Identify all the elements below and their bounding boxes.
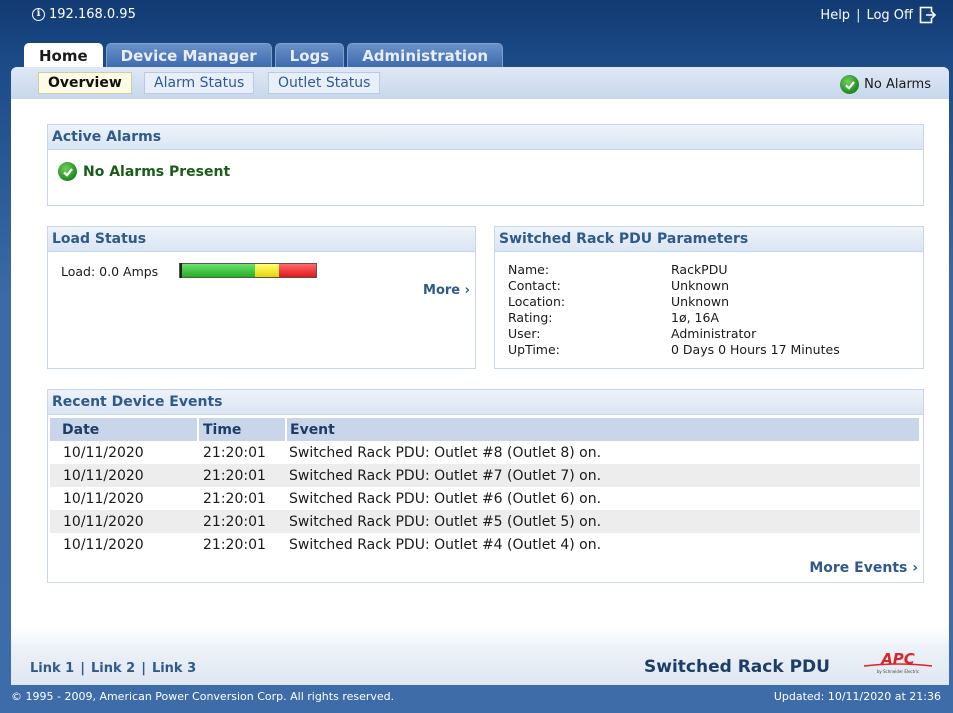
no-alarms-text: No Alarms Present: [83, 163, 231, 180]
content-panel: Overview Alarm Status Outlet Status No A…: [11, 67, 949, 685]
top-bar: i 192.168.0.95 Help | Log Off: [0, 0, 953, 32]
subtab-bar: Overview Alarm Status Outlet Status No A…: [11, 67, 949, 99]
no-alarms-message: No Alarms Present: [58, 162, 230, 181]
tab-home[interactable]: Home: [24, 43, 103, 69]
top-links: Help | Log Off: [820, 6, 937, 24]
footer-link-separator: |: [141, 661, 146, 676]
column-header-date[interactable]: Date: [50, 418, 199, 441]
param-row: Contact: Unknown: [508, 278, 730, 293]
tab-administration[interactable]: Administration: [347, 43, 504, 67]
help-link[interactable]: Help: [820, 8, 850, 23]
more-events-link[interactable]: More Events ›: [809, 560, 918, 576]
top-link-separator: |: [856, 7, 861, 23]
apc-logo: APC by Schneider Electric: [863, 650, 933, 674]
subtab-alarm-status[interactable]: Alarm Status: [144, 72, 255, 94]
load-status-box: Load Status Load: 0.0 Amps More ›: [47, 226, 476, 369]
events-table: Date Time Event 10/11/2020 21:20:01 Switch…: [50, 418, 921, 556]
table-row: 10/11/2020 21:20:01 Switched Rack PDU: Out…: [63, 444, 602, 461]
active-alarms-title: Active Alarms: [48, 125, 923, 150]
table-row: 10/11/2020 21:20:01 Switched Rack PDU: Out…: [63, 536, 602, 553]
alarm-indicator[interactable]: No Alarms: [840, 75, 931, 94]
param-row: Location: Unknown: [508, 294, 730, 309]
parameters-title: Switched Rack PDU Parameters: [495, 227, 923, 252]
footer-link-3[interactable]: Link 3: [152, 661, 196, 676]
load-label: Load: 0.0 Amps: [61, 264, 159, 279]
svg-text:APC: APC: [880, 650, 915, 668]
param-row: Rating: 1ø, 16A: [508, 310, 720, 325]
footer-link-separator: |: [80, 661, 85, 676]
load-bar: [179, 263, 317, 278]
subtab-outlet-status[interactable]: Outlet Status: [268, 72, 381, 94]
logoff-icon[interactable]: [919, 6, 937, 24]
ok-check-icon: [840, 75, 860, 94]
load-status-title: Load Status: [48, 227, 475, 252]
column-header-event[interactable]: Event: [286, 418, 921, 441]
tab-device-manager[interactable]: Device Manager: [105, 43, 272, 67]
table-row: 10/11/2020 21:20:01 Switched Rack PDU: Out…: [63, 490, 602, 507]
load-marker: [180, 263, 182, 278]
updated-timestamp: Updated: 10/11/2020 at 21:36: [773, 690, 941, 703]
events-header-row: Date Time Event: [50, 418, 921, 441]
tab-logs[interactable]: Logs: [274, 43, 345, 67]
parameters-list: Name: RackPDU Contact: Unknown Location: Un…: [508, 262, 840, 358]
product-name: Switched Rack PDU: [644, 657, 830, 677]
main-tabs: Home Device Manager Logs Administration: [24, 43, 504, 69]
param-row: Name: RackPDU: [508, 262, 728, 277]
param-row: UpTime: 0 Days 0 Hours 17 Minutes: [508, 342, 840, 357]
column-header-time[interactable]: Time: [198, 418, 287, 441]
logoff-link[interactable]: Log Off: [866, 8, 913, 23]
copyright: © 1995 - 2009, American Power Conversion…: [11, 690, 395, 703]
subtab-overview[interactable]: Overview: [38, 72, 132, 94]
ip-address: 192.168.0.95: [49, 7, 136, 22]
footer-link-1[interactable]: Link 1: [30, 661, 74, 676]
ok-check-icon: [58, 162, 77, 181]
load-more-link[interactable]: More ›: [423, 283, 470, 298]
info-icon[interactable]: i: [32, 8, 45, 21]
parameters-box: Switched Rack PDU Parameters Name: RackPD…: [494, 226, 924, 369]
bottom-bar: © 1995 - 2009, American Power Conversion…: [0, 685, 953, 713]
device-address: i 192.168.0.95: [32, 7, 136, 22]
footer-links: Link 1 | Link 2 | Link 3: [30, 661, 196, 676]
table-row: 10/11/2020 21:20:01 Switched Rack PDU: Out…: [50, 464, 920, 487]
footer-link-2[interactable]: Link 2: [91, 661, 135, 676]
svg-text:by Schneider Electric: by Schneider Electric: [877, 669, 919, 674]
param-row: User: Administrator: [508, 326, 757, 341]
alarm-indicator-text: No Alarms: [864, 77, 931, 92]
recent-events-box: Recent Device Events Date Time Event 10/…: [47, 389, 924, 583]
recent-events-title: Recent Device Events: [48, 390, 923, 415]
active-alarms-box: Active Alarms No Alarms Present: [47, 124, 924, 206]
table-row: 10/11/2020 21:20:01 Switched Rack PDU: Out…: [50, 510, 920, 533]
